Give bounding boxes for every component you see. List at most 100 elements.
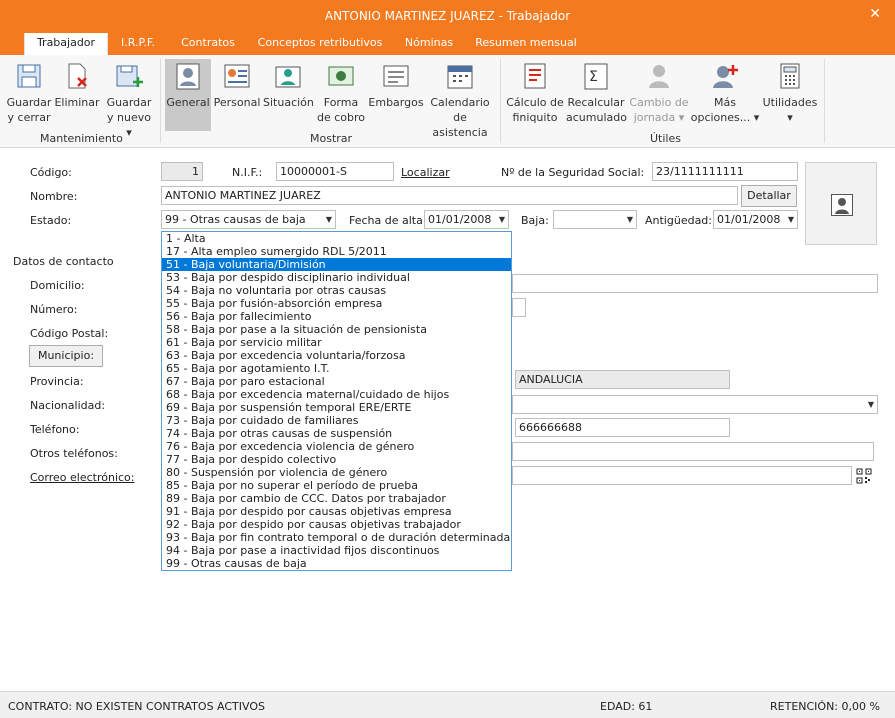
dropdown-option[interactable]: 77 - Baja por despido colectivo [162, 453, 511, 466]
guardar-cerrar-button[interactable]: Guardar y cerrar [6, 59, 52, 131]
dropdown-option[interactable]: 93 - Baja por fin contrato temporal o de… [162, 531, 511, 544]
finiquito-label-2: finiquito [512, 111, 558, 124]
estado-label: Estado: [30, 214, 72, 227]
situacion-label: Situación [263, 96, 314, 109]
numero-field[interactable] [512, 298, 526, 317]
close-icon[interactable]: ✕ [869, 6, 881, 22]
embargos-label: Embargos [368, 96, 424, 109]
calendario-label-2: de asistencia [432, 111, 488, 139]
recalcular-button[interactable]: Σ Recalcular acumulado [566, 59, 627, 131]
dropdown-option[interactable]: 99 - Otras causas de baja [162, 557, 511, 570]
dropdown-option[interactable]: 58 - Baja por pase a la situación de pen… [162, 323, 511, 336]
dropdown-option[interactable]: 91 - Baja por despido por causas objetiv… [162, 505, 511, 518]
dropdown-option[interactable]: 56 - Baja por fallecimiento [162, 310, 511, 323]
nacionalidad-label: Nacionalidad: [30, 399, 106, 412]
more-options-icon [713, 65, 738, 88]
personal-label: Personal [213, 96, 261, 109]
dropdown-option[interactable]: 73 - Baja por cuidado de familiares [162, 414, 511, 427]
status-retencion: RETENCIÓN: 0,00 % [770, 700, 880, 713]
calculator-icon [780, 63, 800, 89]
embargos-button[interactable]: Embargos [368, 59, 424, 131]
contacto-section-title: Datos de contacto [13, 255, 114, 268]
chevron-down-icon: ▼ [867, 400, 874, 409]
comunidad-field[interactable]: ANDALUCIA [515, 370, 730, 389]
estado-dropdown-list[interactable]: 1 - Alta 17 - Alta empleo sumergido RDL 5… [161, 231, 512, 571]
title-bar: ANTONIO MARTINEZ JUAREZ - Trabajador ✕ [0, 0, 895, 33]
finiquito-button[interactable]: Cálculo de finiquito [506, 59, 564, 131]
schedule-change-icon [649, 65, 669, 88]
baja-field[interactable]: ▼ [553, 210, 637, 229]
dropdown-option[interactable]: 69 - Baja por suspensión temporal ERE/ER… [162, 401, 511, 414]
antiguedad-field[interactable]: 01/01/2008 ▼ [713, 210, 798, 229]
dropdown-option[interactable]: 92 - Baja por despido por causas objetiv… [162, 518, 511, 531]
estado-select[interactable]: 99 - Otras causas de baja ▼ [161, 210, 336, 229]
personal-button[interactable]: Personal [213, 59, 261, 131]
nombre-field[interactable]: ANTONIO MARTINEZ JUAREZ [161, 186, 738, 205]
localizar-link[interactable]: Localizar [401, 166, 450, 179]
status-contrato: CONTRATO: NO EXISTEN CONTRATOS ACTIVOS [8, 700, 265, 713]
dropdown-option[interactable]: 89 - Baja por cambio de CCC. Datos por t… [162, 492, 511, 505]
dropdown-option[interactable]: 61 - Baja por servicio militar [162, 336, 511, 349]
dropdown-option[interactable]: 94 - Baja por pase a inactividad fijos d… [162, 544, 511, 557]
dropdown-option[interactable]: 17 - Alta empleo sumergido RDL 5/2011 [162, 245, 511, 258]
dropdown-option[interactable]: 85 - Baja por no superar el período de p… [162, 479, 511, 492]
dropdown-option[interactable]: 74 - Baja por otras causas de suspensión [162, 427, 511, 440]
nif-field[interactable]: 10000001-S [276, 162, 394, 181]
guardar-cerrar-label-1: Guardar [6, 96, 52, 109]
embargo-icon [383, 65, 409, 87]
calculator-document-icon [524, 63, 546, 89]
situacion-button[interactable]: Situación [263, 59, 314, 131]
correo-field[interactable] [512, 466, 852, 485]
dropdown-option[interactable]: 80 - Suspensión por violencia de género [162, 466, 511, 479]
dropdown-option[interactable]: 54 - Baja no voluntaria por otras causas [162, 284, 511, 297]
cambio-jornada-button[interactable]: Cambio de jornada ▾ [628, 59, 690, 131]
correo-link[interactable]: Correo electrónico: [30, 471, 135, 484]
domicilio-field[interactable] [512, 274, 878, 293]
municipio-button[interactable]: Municipio: [29, 345, 103, 367]
dropdown-option[interactable]: 53 - Baja por despido disciplinario indi… [162, 271, 511, 284]
tab-irpf[interactable]: I.R.P.F. [112, 33, 164, 55]
tab-trabajador[interactable]: Trabajador [24, 33, 108, 55]
tab-resumen-mensual[interactable]: Resumen mensual [470, 33, 582, 55]
nacionalidad-select[interactable]: ▼ [512, 395, 878, 414]
cambio-jornada-label-2: jornada ▾ [633, 111, 685, 124]
utilidades-button[interactable]: Utilidades ▾ [762, 59, 818, 131]
mas-opciones-label-1: Más [714, 96, 736, 109]
calendario-label-1: Calendario [430, 96, 490, 109]
tab-contratos[interactable]: Contratos [172, 33, 244, 55]
dropdown-option[interactable]: 63 - Baja por excedencia voluntaria/forz… [162, 349, 511, 362]
general-button[interactable]: General [165, 59, 211, 131]
dropdown-option[interactable]: 68 - Baja por excedencia maternal/cuidad… [162, 388, 511, 401]
qr-code-icon[interactable] [856, 468, 872, 484]
provincia-label: Provincia: [30, 375, 84, 388]
codigo-field[interactable]: 1 [161, 162, 203, 181]
otros-telefonos-field[interactable] [512, 442, 874, 461]
person-card-icon [176, 63, 200, 90]
dropdown-option[interactable]: 51 - Baja voluntaria/Dimisión [162, 258, 511, 271]
antiguedad-label: Antigüedad: [645, 214, 712, 227]
fecha-alta-field[interactable]: 01/01/2008 ▼ [424, 210, 509, 229]
delete-document-icon [68, 63, 87, 89]
chevron-down-icon: ▼ [498, 215, 505, 224]
eliminar-button[interactable]: Eliminar [54, 59, 100, 131]
group-mostrar: Mostrar [310, 132, 353, 145]
sum-icon: Σ [584, 63, 608, 90]
guardar-nuevo-button[interactable]: Guardar y nuevo ▾ [104, 59, 154, 139]
forma-cobro-button[interactable]: Forma de cobro [316, 59, 366, 131]
mas-opciones-button[interactable]: Más opciones... ▾ [690, 59, 760, 131]
guardar-cerrar-label-2: y cerrar [7, 111, 51, 124]
eliminar-label: Eliminar [54, 96, 100, 109]
dropdown-option[interactable]: 1 - Alta [162, 232, 511, 245]
photo-frame[interactable] [805, 162, 877, 245]
telefono2-field[interactable]: 666666688 [515, 418, 730, 437]
detallar-button[interactable]: Detallar [741, 185, 797, 207]
calendario-button[interactable]: Calendario de asistencia [426, 59, 494, 139]
dropdown-option[interactable]: 67 - Baja por paro estacional [162, 375, 511, 388]
tab-conceptos-retributivos[interactable]: Conceptos retributivos [252, 33, 388, 55]
nss-field[interactable]: 23/1111111111 [652, 162, 798, 181]
dropdown-option[interactable]: 55 - Baja por fusión-absorción empresa [162, 297, 511, 310]
dropdown-option[interactable]: 76 - Baja por excedencia violencia de gé… [162, 440, 511, 453]
dropdown-option[interactable]: 65 - Baja por agotamiento I.T. [162, 362, 511, 375]
tab-nominas[interactable]: Nóminas [396, 33, 462, 55]
cambio-jornada-label-1: Cambio de [629, 96, 689, 109]
